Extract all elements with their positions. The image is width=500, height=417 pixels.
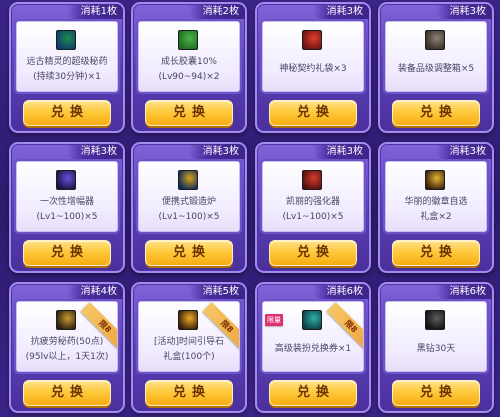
exchange-button[interactable]: 兑换	[269, 240, 357, 266]
item-description: 一次性增幅器 (Lv1~100)×5	[17, 195, 117, 225]
cost-label: 消耗1枚	[66, 4, 123, 19]
item-description: [活动]时间引导石 礼盒(100个)	[139, 335, 239, 365]
time-stone-icon	[178, 310, 198, 330]
exchange-button[interactable]: 兑换	[23, 380, 111, 406]
item-description-line: 便携式锻造炉	[161, 197, 216, 207]
exchange-card: 消耗2枚成长胶囊10% (Lv90~94)×2 兑换	[131, 2, 247, 133]
exchange-button[interactable]: 兑换	[23, 240, 111, 266]
item-description: 成长胶囊10% (Lv90~94)×2	[139, 55, 239, 85]
item-description-line: 抗疲劳秘药(50点)	[30, 337, 104, 347]
exchange-card: 消耗4枚 抗疲劳秘药(50点) (95lv以上，1天1次) 限8 兑换	[9, 282, 125, 413]
avatar-ticket-icon	[302, 310, 322, 330]
black-diamond-icon	[425, 310, 445, 330]
exchange-grid: 消耗1枚远古精灵的超级秘药 (持续30分钟)×1 兑换 消耗2枚成长胶囊10% (Lv9…	[0, 0, 500, 417]
enhancer-icon	[302, 170, 322, 190]
item-panel: 远古精灵的超级秘药 (持续30分钟)×1	[16, 21, 118, 92]
item-panel: 神秘契约礼袋×3	[262, 21, 364, 92]
equipment-box-icon	[425, 30, 445, 50]
amplifier-icon	[56, 170, 76, 190]
cost-label: 消耗3枚	[312, 4, 369, 19]
item-panel: 便携式锻造炉 (Lv1~100)×5	[138, 161, 240, 232]
cost-label: 消耗3枚	[188, 144, 245, 159]
item-description-line: 神秘契约礼袋×3	[279, 64, 347, 74]
item-description-line: (Lv1~100)×5	[282, 212, 344, 222]
item-description: 抗疲劳秘药(50点) (95lv以上，1天1次)	[17, 335, 117, 365]
cost-label: 消耗5枚	[188, 284, 245, 299]
item-description-line: 高级装扮兑换券×1	[274, 344, 352, 354]
cost-label: 消耗3枚	[435, 144, 492, 159]
exchange-button[interactable]: 兑换	[23, 100, 111, 126]
item-description-line: 礼盒(100个)	[163, 352, 215, 362]
item-description-line: (Lv1~100)×5	[36, 212, 98, 222]
item-description: 凯丽的强化器 (Lv1~100)×5	[263, 195, 363, 225]
emblem-box-icon	[425, 170, 445, 190]
exchange-button[interactable]: 兑换	[269, 100, 357, 126]
cost-label: 消耗2枚	[188, 4, 245, 19]
item-description-line: 华丽的徽章自选	[404, 197, 468, 207]
item-description-line: 礼盒×2	[420, 212, 452, 222]
exchange-card: 消耗3枚便携式锻造炉 (Lv1~100)×5 兑换	[131, 142, 247, 273]
cost-label: 消耗3枚	[435, 4, 492, 19]
item-description-line: 装备品级调整箱×5	[397, 64, 475, 74]
item-description-line: (95lv以上，1天1次)	[25, 352, 109, 362]
item-description: 神秘契约礼袋×3	[263, 62, 363, 77]
item-description: 黑钻30天	[386, 342, 486, 357]
item-description-line: 凯丽的强化器	[285, 197, 340, 207]
growth-capsule-icon	[178, 30, 198, 50]
item-description: 远古精灵的超级秘药 (持续30分钟)×1	[17, 55, 117, 85]
item-panel: 凯丽的强化器 (Lv1~100)×5	[262, 161, 364, 232]
item-panel: 装备品级调整箱×5	[385, 21, 487, 92]
cost-label: 消耗4枚	[66, 284, 123, 299]
fatigue-potion-icon	[56, 310, 76, 330]
exchange-button[interactable]: 兑换	[392, 240, 480, 266]
item-description-line: 远古精灵的超级秘药	[26, 57, 108, 67]
item-panel: 一次性增幅器 (Lv1~100)×5	[16, 161, 118, 232]
item-description: 高级装扮兑换券×1	[263, 342, 363, 357]
exchange-button[interactable]: 兑换	[145, 100, 233, 126]
exchange-button[interactable]: 兑换	[392, 100, 480, 126]
item-description: 装备品级调整箱×5	[386, 62, 486, 77]
portable-forge-icon	[178, 170, 198, 190]
exchange-button[interactable]: 兑换	[269, 380, 357, 406]
exchange-card: 消耗1枚远古精灵的超级秘药 (持续30分钟)×1 兑换	[9, 2, 125, 133]
item-panel: 成长胶囊10% (Lv90~94)×2	[138, 21, 240, 92]
item-description-line: (Lv1~100)×5	[158, 212, 220, 222]
exchange-card: 消耗6枚黑钻30天兑换	[378, 282, 494, 413]
item-description-line: (Lv90~94)×2	[158, 72, 220, 82]
exchange-button[interactable]: 兑换	[145, 240, 233, 266]
cost-label: 消耗6枚	[435, 284, 492, 299]
limited-tag: 限量	[265, 314, 283, 326]
exchange-card: 消耗3枚神秘契约礼袋×3 兑换	[255, 2, 371, 133]
mystery-bag-icon	[302, 30, 322, 50]
exchange-button[interactable]: 兑换	[145, 380, 233, 406]
exchange-card: 消耗3枚凯丽的强化器 (Lv1~100)×5 兑换	[255, 142, 371, 273]
item-panel: 华丽的徽章自选 礼盒×2	[385, 161, 487, 232]
item-panel: 高级装扮兑换券×1 限8 限量	[262, 301, 364, 372]
item-description-line: 一次性增幅器	[39, 197, 94, 207]
item-panel: [活动]时间引导石 礼盒(100个) 限8	[138, 301, 240, 372]
item-description-line: 黑钻30天	[416, 344, 456, 354]
item-description-line: [活动]时间引导石	[153, 337, 225, 347]
item-description-line: 成长胶囊10%	[160, 57, 217, 67]
cost-label: 消耗3枚	[312, 144, 369, 159]
item-panel: 黑钻30天	[385, 301, 487, 372]
exchange-card: 消耗3枚华丽的徽章自选 礼盒×2 兑换	[378, 142, 494, 273]
item-description: 便携式锻造炉 (Lv1~100)×5	[139, 195, 239, 225]
exchange-card: 消耗6枚高级装扮兑换券×1 限8 限量兑换	[255, 282, 371, 413]
item-panel: 抗疲劳秘药(50点) (95lv以上，1天1次) 限8	[16, 301, 118, 372]
item-description: 华丽的徽章自选 礼盒×2	[386, 195, 486, 225]
exchange-card: 消耗3枚装备品级调整箱×5 兑换	[378, 2, 494, 133]
item-description-line: (持续30分钟)×1	[33, 72, 101, 82]
exchange-card: 消耗5枚 [活动]时间引导石 礼盒(100个) 限8 兑换	[131, 282, 247, 413]
ancient-potion-icon	[56, 30, 76, 50]
exchange-button[interactable]: 兑换	[392, 380, 480, 406]
cost-label: 消耗3枚	[66, 144, 123, 159]
exchange-card: 消耗3枚一次性增幅器 (Lv1~100)×5 兑换	[9, 142, 125, 273]
cost-label: 消耗6枚	[312, 284, 369, 299]
